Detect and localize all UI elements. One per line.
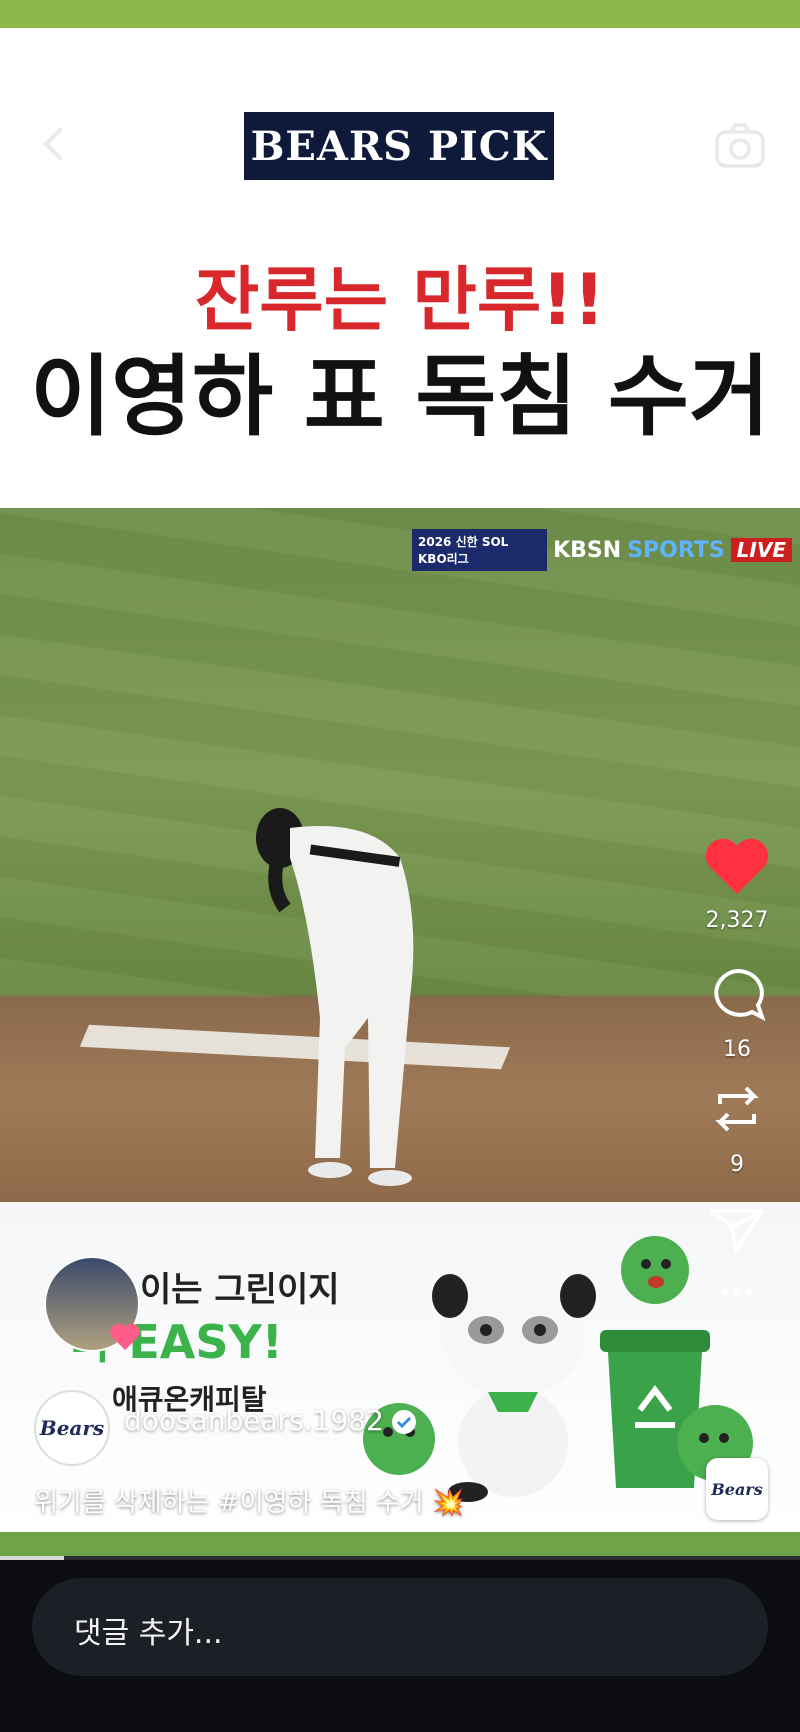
like-count: 2,327 bbox=[705, 908, 769, 933]
profile-avatar[interactable]: Bears bbox=[34, 1390, 110, 1466]
small-heart-icon bbox=[110, 1323, 140, 1350]
bottom-accent-bar bbox=[0, 1532, 800, 1556]
video-frame[interactable] bbox=[0, 508, 800, 1202]
comment-placeholder: 댓글 추가... bbox=[74, 1616, 223, 1651]
camera-icon[interactable] bbox=[714, 122, 766, 170]
league-tag: 2026 신한 SOL KBO리그 bbox=[412, 529, 548, 571]
action-rail: 2,327 16 9 bbox=[700, 836, 774, 1311]
share-send-icon[interactable] bbox=[700, 1197, 774, 1259]
bears-pick-badge: BEARS PICK bbox=[244, 112, 554, 180]
headline-black: 이영하 표 독침 수거 bbox=[30, 345, 770, 448]
username[interactable]: doosanbears.1982 bbox=[124, 1404, 384, 1437]
like-heart-icon[interactable] bbox=[700, 836, 774, 898]
green-mascot-icon bbox=[621, 1236, 689, 1304]
comment-input[interactable]: 댓글 추가... bbox=[32, 1578, 768, 1676]
comment-count: 16 bbox=[723, 1037, 751, 1062]
ad-line-1: 이는 그린이지 bbox=[140, 1270, 340, 1310]
back-arrow-icon[interactable] bbox=[34, 124, 74, 164]
repost-icon[interactable] bbox=[700, 1078, 774, 1140]
verified-badge-icon bbox=[392, 1410, 416, 1434]
audio-source-logo[interactable]: Bears bbox=[706, 1458, 768, 1520]
signal-icon bbox=[622, 38, 655, 62]
status-time: 6:26 bbox=[72, 34, 142, 67]
pitcher-figure bbox=[256, 808, 414, 1186]
broadcast-overlay: 2026 신한 SOL KBO리그 KBSN SPORTS LIVE bbox=[412, 529, 792, 571]
more-options-icon[interactable] bbox=[700, 1277, 774, 1307]
wifi-icon bbox=[670, 38, 702, 61]
battery-icon bbox=[714, 39, 763, 61]
panda-mascot-icon bbox=[432, 1266, 596, 1502]
post-caption[interactable]: 위기를 삭제하는 #이영하 독침 수거 💥 bbox=[34, 1482, 464, 1519]
live-badge: LIVE bbox=[730, 538, 792, 562]
comment-bubble-icon[interactable] bbox=[700, 963, 774, 1025]
network-name: KBSN bbox=[553, 537, 622, 563]
channel-name: SPORTS bbox=[627, 537, 725, 563]
status-bar: 6:26 bbox=[0, 28, 800, 78]
top-accent-bar bbox=[0, 0, 800, 28]
repost-count: 9 bbox=[730, 1152, 744, 1177]
